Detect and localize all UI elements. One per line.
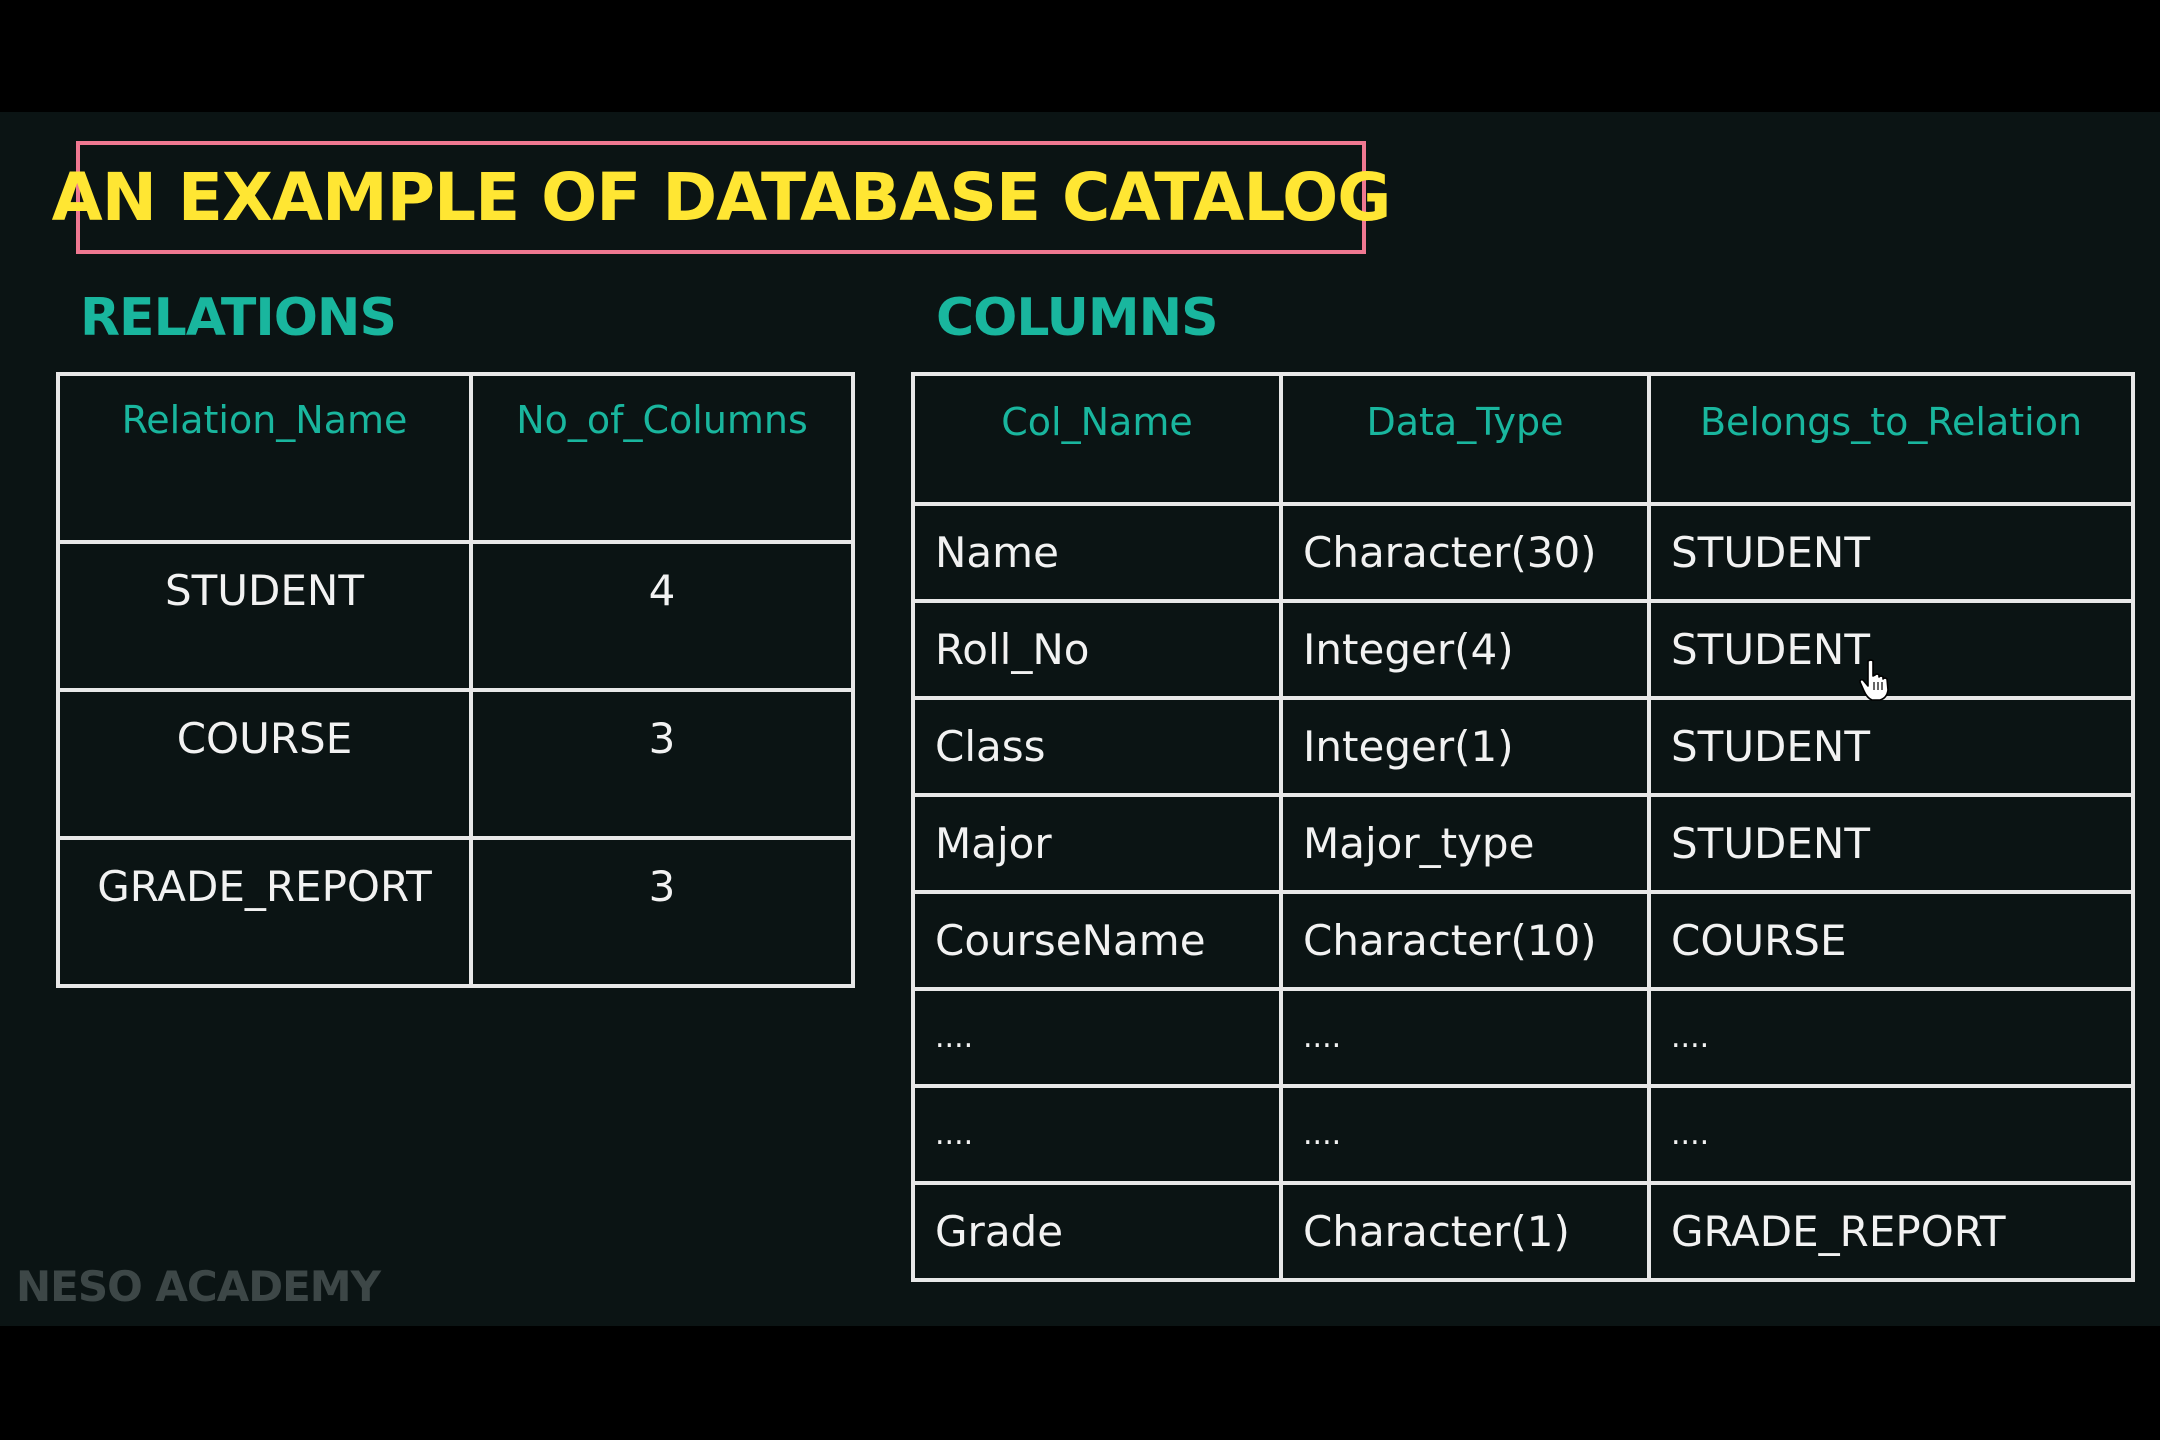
table-cell: Character(10) (1279, 890, 1651, 991)
table-cell: STUDENT (1647, 502, 2135, 603)
table-cell: GRADE_REPORT (56, 836, 473, 988)
table-row: .... .... .... (911, 1084, 2135, 1185)
table-row: STUDENT 4 (56, 540, 855, 692)
table-cell: CourseName (911, 890, 1283, 991)
slide: AN EXAMPLE OF DATABASE CATALOG RELATIONS… (0, 112, 2160, 1326)
table-header-row: Relation_Name No_of_Columns (56, 372, 855, 544)
table-cell: Major (911, 793, 1283, 894)
watermark: NESO ACADEMY (16, 1262, 381, 1311)
table-cell: 4 (469, 540, 855, 692)
table-cell: .... (1647, 987, 2135, 1088)
table-row: Grade Character(1) GRADE_REPORT (911, 1181, 2135, 1282)
table-cell: .... (1279, 987, 1651, 1088)
table-cell: STUDENT (56, 540, 473, 692)
table-cell: .... (911, 987, 1283, 1088)
table-header-row: Col_Name Data_Type Belongs_to_Relation (911, 372, 2135, 506)
table-cell: Character(30) (1279, 502, 1651, 603)
table-row: COURSE 3 (56, 688, 855, 840)
table-cell: COURSE (56, 688, 473, 840)
table-row: Major Major_type STUDENT (911, 793, 2135, 894)
table-cell: Character(1) (1279, 1181, 1651, 1282)
table-cell: Class (911, 696, 1283, 797)
column-header: Belongs_to_Relation (1647, 372, 2135, 506)
table-cell: Grade (911, 1181, 1283, 1282)
relations-heading: RELATIONS (80, 288, 397, 348)
table-cell: STUDENT (1647, 696, 2135, 797)
column-header: No_of_Columns (469, 372, 855, 544)
column-header: Relation_Name (56, 372, 473, 544)
table-cell: GRADE_REPORT (1647, 1181, 2135, 1282)
table-cell: Roll_No (911, 599, 1283, 700)
table-row: CourseName Character(10) COURSE (911, 890, 2135, 991)
table-cell: Major_type (1279, 793, 1651, 894)
table-cell: Integer(1) (1279, 696, 1651, 797)
table-cell: Integer(4) (1279, 599, 1651, 700)
hand-pointer-icon (1859, 659, 1889, 701)
table-cell: .... (911, 1084, 1283, 1185)
columns-table: Col_Name Data_Type Belongs_to_Relation N… (911, 372, 2135, 1282)
relations-table: Relation_Name No_of_Columns STUDENT 4 CO… (56, 372, 855, 988)
column-header: Col_Name (911, 372, 1283, 506)
table-cell: .... (1647, 1084, 2135, 1185)
table-row: GRADE_REPORT 3 (56, 836, 855, 988)
table-row: Roll_No Integer(4) STUDENT (911, 599, 2135, 700)
columns-heading: COLUMNS (936, 288, 1219, 348)
table-cell: .... (1279, 1084, 1651, 1185)
title-box: AN EXAMPLE OF DATABASE CATALOG (52, 141, 1391, 254)
table-cell: STUDENT (1647, 793, 2135, 894)
table-row: Name Character(30) STUDENT (911, 502, 2135, 603)
page-title: AN EXAMPLE OF DATABASE CATALOG (51, 159, 1392, 236)
column-header: Data_Type (1279, 372, 1651, 506)
table-cell: 3 (469, 836, 855, 988)
table-row: .... .... .... (911, 987, 2135, 1088)
table-cell: COURSE (1647, 890, 2135, 991)
table-row: Class Integer(1) STUDENT (911, 696, 2135, 797)
table-cell: 3 (469, 688, 855, 840)
table-cell: Name (911, 502, 1283, 603)
